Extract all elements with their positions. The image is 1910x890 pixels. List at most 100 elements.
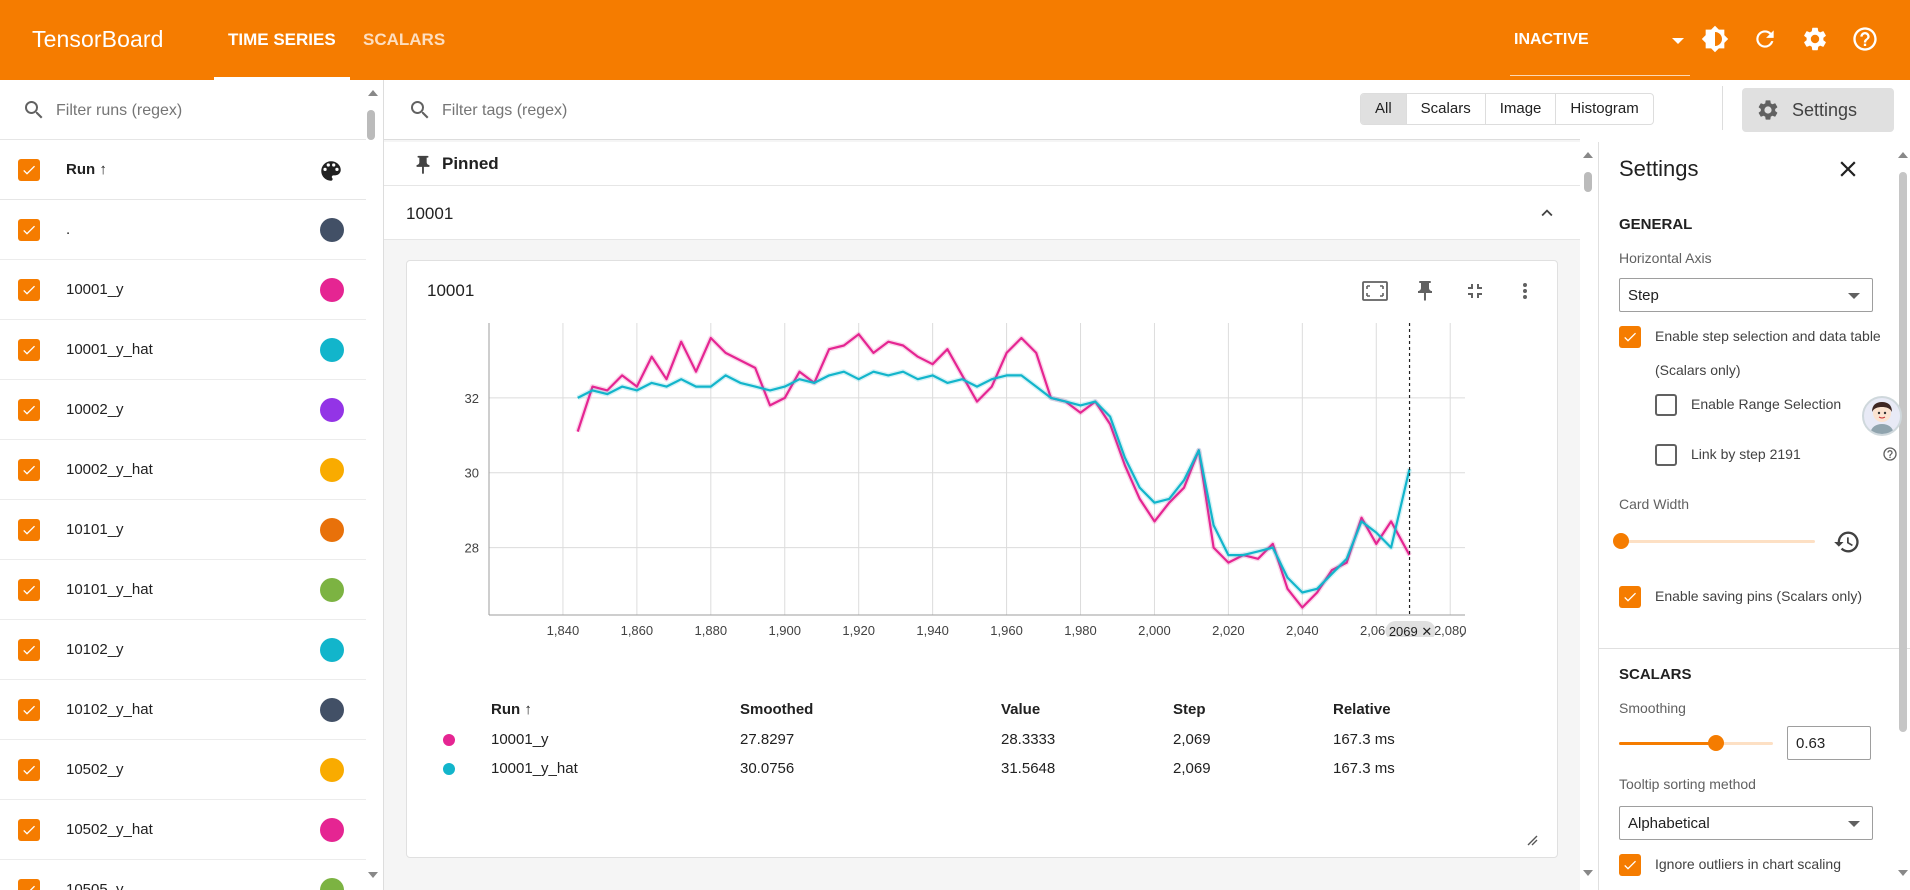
plugin-status-select[interactable]: INACTIVE bbox=[1510, 18, 1690, 76]
run-checkbox[interactable] bbox=[18, 399, 40, 421]
reset-icon[interactable] bbox=[1833, 528, 1861, 559]
run-color-swatch[interactable] bbox=[320, 518, 344, 542]
scroll-down-icon[interactable] bbox=[1898, 870, 1908, 876]
run-color-swatch[interactable] bbox=[320, 758, 344, 782]
pin-icon[interactable] bbox=[1411, 277, 1439, 305]
more-vert-icon[interactable] bbox=[1511, 277, 1539, 305]
range-selection-checkbox[interactable] bbox=[1655, 394, 1677, 416]
run-color-swatch[interactable] bbox=[320, 578, 344, 602]
run-row[interactable]: 10101_y bbox=[0, 500, 366, 560]
search-icon bbox=[411, 101, 429, 119]
run-checkbox[interactable] bbox=[18, 339, 40, 361]
avatar[interactable] bbox=[1862, 396, 1902, 436]
filter-image-button[interactable]: Image bbox=[1484, 94, 1556, 124]
run-checkbox[interactable] bbox=[18, 579, 40, 601]
run-color-swatch[interactable] bbox=[320, 638, 344, 662]
pinned-section-header[interactable]: Pinned bbox=[384, 142, 1580, 186]
gear-icon[interactable] bbox=[1800, 24, 1830, 54]
filter-histogram-button[interactable]: Histogram bbox=[1555, 94, 1652, 124]
palette-icon[interactable] bbox=[318, 158, 344, 187]
scroll-up-icon[interactable] bbox=[1898, 152, 1908, 158]
run-checkbox[interactable] bbox=[18, 639, 40, 661]
run-checkbox[interactable] bbox=[18, 759, 40, 781]
col-run[interactable]: Run ↑ bbox=[491, 701, 532, 718]
tag-filter-input[interactable]: Filter tags (regex) bbox=[442, 102, 567, 120]
run-row[interactable]: 10001_y_hat bbox=[0, 320, 366, 380]
main-scroll-thumb[interactable] bbox=[1584, 172, 1592, 192]
collapse-icon[interactable] bbox=[1461, 277, 1489, 305]
horizontal-axis-select[interactable]: Step bbox=[1619, 278, 1873, 312]
ignore-outliers-checkbox[interactable] bbox=[1619, 854, 1641, 876]
run-color-swatch[interactable] bbox=[320, 218, 344, 242]
run-row[interactable]: 10505_y bbox=[0, 860, 366, 890]
select-all-checkbox[interactable] bbox=[18, 159, 40, 181]
scroll-up-icon[interactable] bbox=[1583, 152, 1593, 158]
run-row[interactable]: 10002_y bbox=[0, 380, 366, 440]
run-color-swatch[interactable] bbox=[320, 278, 344, 302]
saving-pins-checkbox[interactable] bbox=[1619, 586, 1641, 608]
settings-scrollbar[interactable] bbox=[1896, 142, 1910, 890]
run-row[interactable]: 10101_y_hat bbox=[0, 560, 366, 620]
main-scrollbar[interactable] bbox=[1582, 142, 1594, 890]
scroll-down-icon[interactable] bbox=[368, 872, 378, 878]
run-row[interactable]: 10502_y bbox=[0, 740, 366, 800]
run-checkbox[interactable] bbox=[18, 699, 40, 721]
runs-scroll-thumb[interactable] bbox=[367, 110, 375, 140]
col-smoothed[interactable]: Smoothed bbox=[740, 701, 813, 718]
smoothing-input[interactable]: 0.63 bbox=[1787, 726, 1871, 760]
y-tick-label: 28 bbox=[465, 541, 479, 556]
settings-button[interactable]: Settings bbox=[1742, 88, 1894, 132]
scroll-up-icon[interactable] bbox=[368, 90, 378, 96]
scalars-section-title: SCALARS bbox=[1619, 666, 1692, 683]
run-color-swatch[interactable] bbox=[320, 698, 344, 722]
tooltip-sort-select[interactable]: Alphabetical bbox=[1619, 806, 1873, 840]
run-color-swatch[interactable] bbox=[320, 458, 344, 482]
col-relative[interactable]: Relative bbox=[1333, 701, 1391, 718]
col-step[interactable]: Step bbox=[1173, 701, 1206, 718]
tab-scalars[interactable]: SCALARS bbox=[363, 30, 445, 50]
settings-scroll-thumb[interactable] bbox=[1899, 172, 1907, 732]
run-checkbox[interactable] bbox=[18, 459, 40, 481]
run-color-swatch[interactable] bbox=[320, 878, 344, 890]
link-by-step-checkbox[interactable] bbox=[1655, 444, 1677, 466]
reload-icon[interactable] bbox=[1750, 24, 1780, 54]
run-sort-header[interactable]: Run ↑ bbox=[66, 161, 107, 178]
run-checkbox[interactable] bbox=[18, 519, 40, 541]
smoothing-slider-knob[interactable] bbox=[1708, 735, 1725, 751]
col-value[interactable]: Value bbox=[1001, 701, 1040, 718]
filter-all-button[interactable]: All bbox=[1361, 94, 1406, 124]
run-color-swatch[interactable] bbox=[320, 338, 344, 362]
run-name: 10002_y_hat bbox=[66, 461, 153, 478]
run-row[interactable]: 10102_y bbox=[0, 620, 366, 680]
filter-scalars-button[interactable]: Scalars bbox=[1405, 94, 1485, 124]
run-color-swatch[interactable] bbox=[320, 398, 344, 422]
tab-time-series[interactable]: TIME SERIES bbox=[228, 30, 336, 50]
resize-handle-icon[interactable] bbox=[1525, 833, 1539, 847]
run-checkbox[interactable] bbox=[18, 879, 40, 890]
step-selection-checkbox[interactable] bbox=[1619, 326, 1641, 348]
card-width-slider[interactable] bbox=[1619, 540, 1815, 543]
theme-toggle-icon[interactable] bbox=[1700, 24, 1730, 54]
run-row[interactable]: 10502_y_hat bbox=[0, 800, 366, 860]
run-checkbox[interactable] bbox=[18, 219, 40, 241]
card-width-slider-knob[interactable] bbox=[1613, 533, 1629, 549]
run-color-swatch[interactable] bbox=[320, 818, 344, 842]
run-row[interactable]: 10001_y bbox=[0, 260, 366, 320]
fit-to-domain-icon[interactable] bbox=[1361, 277, 1389, 305]
run-row[interactable]: 10002_y_hat bbox=[0, 440, 366, 500]
run-filter-placeholder: Filter runs (regex) bbox=[56, 102, 183, 119]
run-checkbox[interactable] bbox=[18, 279, 40, 301]
run-row[interactable]: . bbox=[0, 200, 366, 260]
run-row[interactable]: 10102_y_hat bbox=[0, 680, 366, 740]
group-header-10001[interactable]: 10001 bbox=[384, 186, 1580, 240]
help-icon[interactable] bbox=[1850, 24, 1880, 54]
run-checkbox[interactable] bbox=[18, 819, 40, 841]
brand-title: TensorBoard bbox=[32, 26, 164, 52]
runs-scrollbar[interactable] bbox=[366, 80, 380, 890]
chevron-up-icon[interactable] bbox=[1536, 202, 1558, 224]
scalar-line-chart[interactable]: 1,840 1,860 1,880 1,900 1,920 1,940 1,960 1,980… bbox=[421, 317, 1541, 637]
run-filter-input[interactable]: Filter runs (regex) bbox=[0, 80, 366, 140]
cell-smoothed: 27.8297 bbox=[740, 731, 795, 748]
close-icon[interactable] bbox=[1835, 156, 1861, 185]
scroll-down-icon[interactable] bbox=[1583, 870, 1593, 876]
